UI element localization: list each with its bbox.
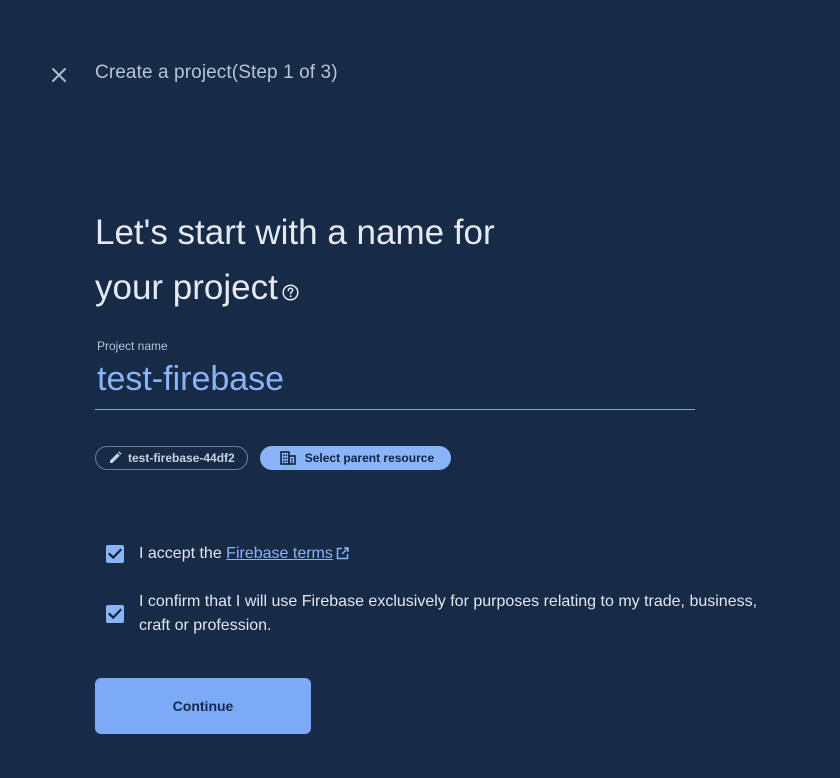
project-id-text: test-firebase-44df2 [128, 451, 235, 465]
main-heading: Let's start with a name for your project [95, 205, 615, 317]
project-name-label: Project name [97, 339, 168, 353]
check-icon [108, 548, 122, 560]
heading-line-2: your project [95, 268, 278, 307]
terms-checkbox[interactable] [106, 545, 124, 563]
project-name-input[interactable] [95, 356, 697, 399]
terms-row: I accept the Firebase terms [106, 542, 769, 566]
project-name-field[interactable] [95, 356, 697, 410]
project-id-chip[interactable]: test-firebase-44df2 [95, 446, 248, 470]
create-project-page: Create a project(Step 1 of 3) Let's star… [0, 0, 840, 778]
page-title: Create a project(Step 1 of 3) [95, 62, 338, 83]
terms-prefix: I accept the [139, 545, 227, 562]
heading-line-1: Let's start with a name for [95, 213, 495, 252]
select-parent-resource-label: Select parent resource [304, 451, 435, 465]
help-icon[interactable] [282, 262, 299, 317]
firebase-terms-link[interactable]: Firebase terms [226, 545, 333, 562]
confirm-checkbox[interactable] [106, 605, 124, 623]
external-link-icon [336, 547, 349, 560]
pencil-icon [110, 451, 122, 463]
check-icon [108, 608, 122, 620]
building-icon [279, 451, 296, 465]
select-parent-resource-button[interactable]: Select parent resource [259, 446, 452, 470]
confirm-row: I confirm that I will use Firebase exclu… [106, 590, 769, 638]
close-button[interactable] [47, 63, 71, 87]
close-icon [52, 68, 66, 82]
confirm-text: I confirm that I will use Firebase exclu… [139, 593, 758, 634]
continue-button[interactable]: Continue [95, 678, 311, 734]
firebase-terms-link-text: Firebase terms [226, 545, 333, 562]
project-chips: test-firebase-44df2 Select parent resour… [95, 446, 452, 470]
terms-text: I accept the Firebase terms [139, 542, 769, 566]
